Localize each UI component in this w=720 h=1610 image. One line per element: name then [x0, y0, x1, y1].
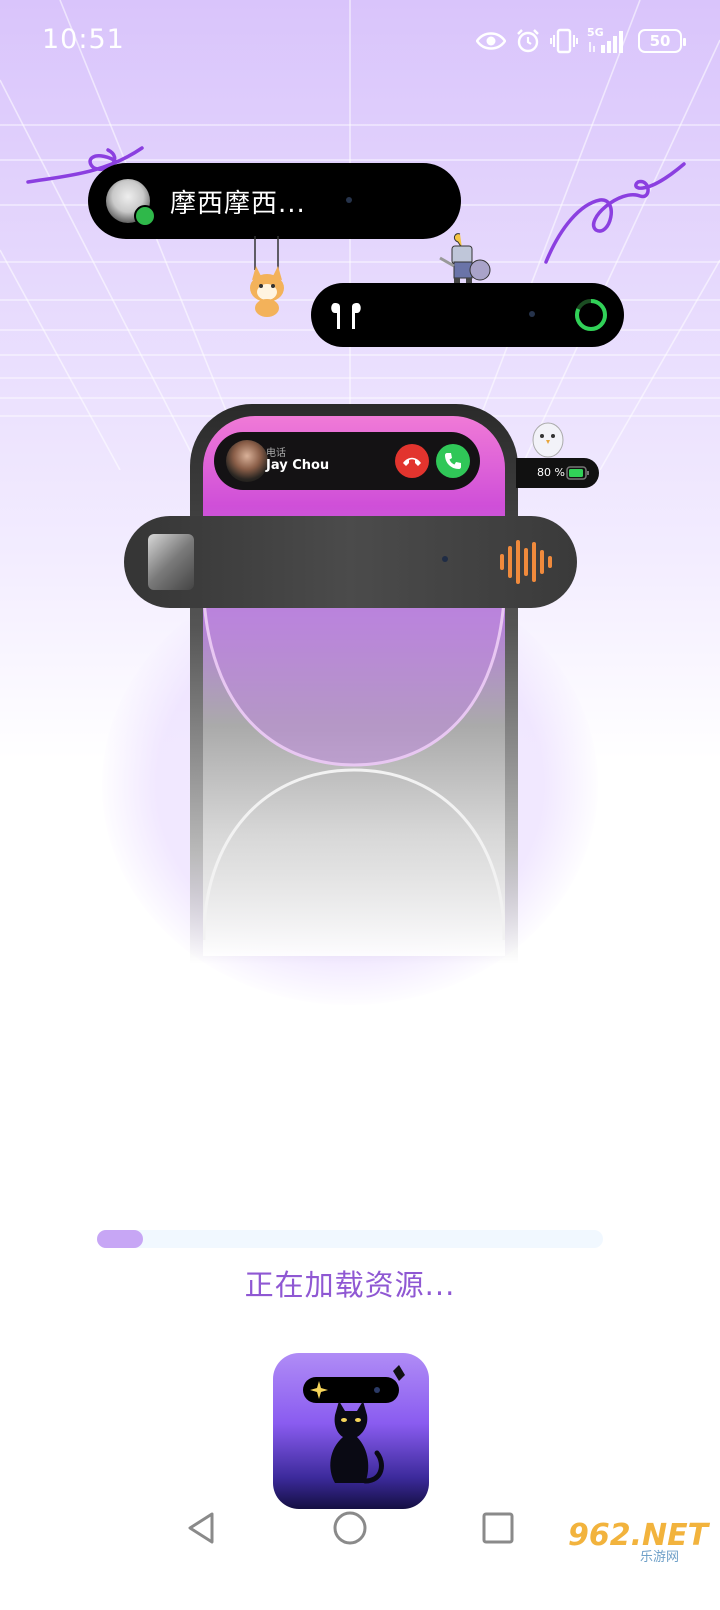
vibrate-icon	[550, 28, 578, 54]
battery-ring-icon	[575, 299, 607, 331]
call-label: 电话	[266, 448, 286, 459]
battery-island: 80 %	[516, 458, 599, 488]
accept-call-icon	[445, 453, 461, 469]
home-icon[interactable]	[330, 1508, 370, 1548]
loading-progress-bar	[97, 1230, 603, 1248]
black-cat-logo	[303, 1365, 405, 1484]
message-island[interactable]: 摩西摩西...	[88, 163, 461, 239]
signal-icon: 5G	[587, 26, 629, 54]
loading-text: 正在加载资源...	[244, 1268, 456, 1302]
watermark-logo: 962.NET 乐游网	[564, 1518, 708, 1565]
music-island[interactable]	[124, 516, 577, 608]
waveform-icon	[500, 540, 552, 584]
alarm-icon	[517, 29, 539, 53]
app-icon	[273, 1353, 429, 1509]
airpods-icon	[331, 303, 361, 329]
message-preview: 摩西摩西...	[170, 189, 306, 219]
status-icons: 5G 50	[476, 26, 686, 56]
bird-sticker	[532, 422, 564, 458]
incoming-call-island[interactable]: 电话 Jay Chou	[214, 432, 480, 490]
camera-dot	[442, 556, 448, 562]
caller-avatar	[226, 440, 268, 482]
battery-level-icon	[566, 466, 589, 480]
decline-call-icon	[403, 457, 421, 466]
shiba-sticker	[250, 236, 284, 317]
loading-progress-fill	[97, 1230, 143, 1248]
album-cover	[148, 534, 194, 590]
status-time: 10:51	[42, 24, 125, 55]
caller-name: Jay Chou	[266, 458, 330, 473]
scribble-right-decoration	[544, 162, 686, 264]
wechat-icon	[134, 205, 156, 227]
accept-call-button[interactable]	[436, 444, 470, 478]
battery-icon: 50	[638, 29, 686, 53]
eye-icon	[476, 32, 506, 50]
camera-dot	[346, 197, 352, 203]
battery-level: 50	[649, 32, 671, 50]
back-icon[interactable]	[182, 1508, 222, 1548]
screen-ring-decoration	[203, 600, 505, 940]
airpods-island[interactable]	[311, 283, 624, 347]
knight-sticker	[439, 233, 491, 286]
battery-percent: 80 %	[537, 466, 565, 479]
camera-dot	[529, 311, 535, 317]
decline-call-button[interactable]	[395, 444, 429, 478]
watermark-brand: 962.NET	[568, 1518, 709, 1553]
recents-icon[interactable]	[478, 1508, 518, 1548]
watermark-sub: 乐游网	[640, 1550, 680, 1565]
